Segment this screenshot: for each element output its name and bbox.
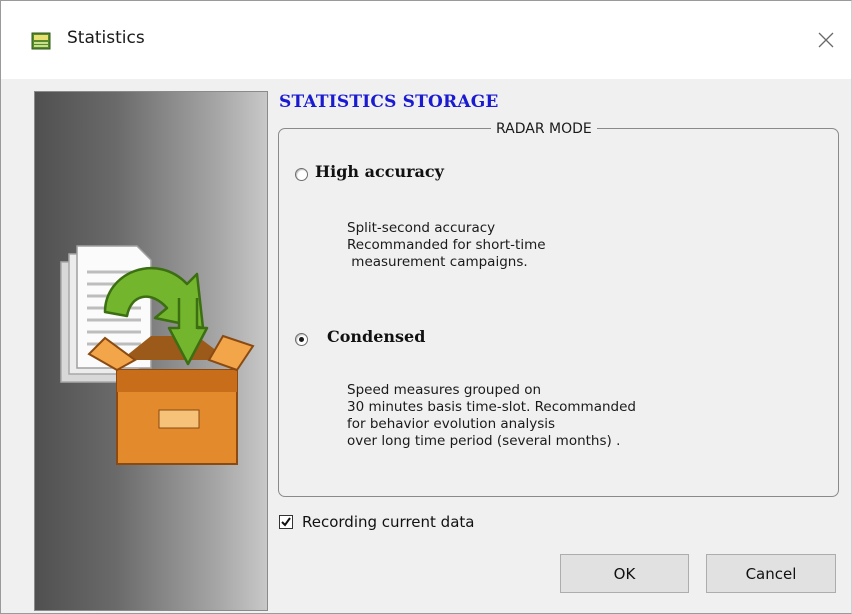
close-icon [818,32,834,48]
window-title: Statistics [67,28,145,48]
statistics-dialog: Statistics STATISTICS STORAGE RADAR MODE… [0,0,852,614]
side-banner [34,91,268,611]
statistics-app-icon [31,31,51,51]
recording-checkbox[interactable] [279,515,293,529]
documents-into-box-icon [60,245,255,465]
high-accuracy-description: Split-second accuracy Recommanded for sh… [347,220,546,270]
section-title: STATISTICS STORAGE [279,92,499,112]
checkmark-icon [281,517,291,527]
radar-mode-legend: RADAR MODE [491,121,597,137]
recording-label[interactable]: Recording current data [302,513,474,531]
condensed-description: Speed measures grouped on 30 minutes bas… [347,382,636,449]
high-accuracy-label[interactable]: High accuracy [315,162,444,181]
high-accuracy-radio[interactable] [295,168,308,181]
cancel-button[interactable]: Cancel [706,554,836,593]
close-button[interactable] [809,23,843,57]
condensed-label[interactable]: Condensed [327,327,425,346]
title-bar[interactable]: Statistics [1,1,851,79]
ok-button[interactable]: OK [560,554,689,593]
condensed-radio[interactable] [295,333,308,346]
